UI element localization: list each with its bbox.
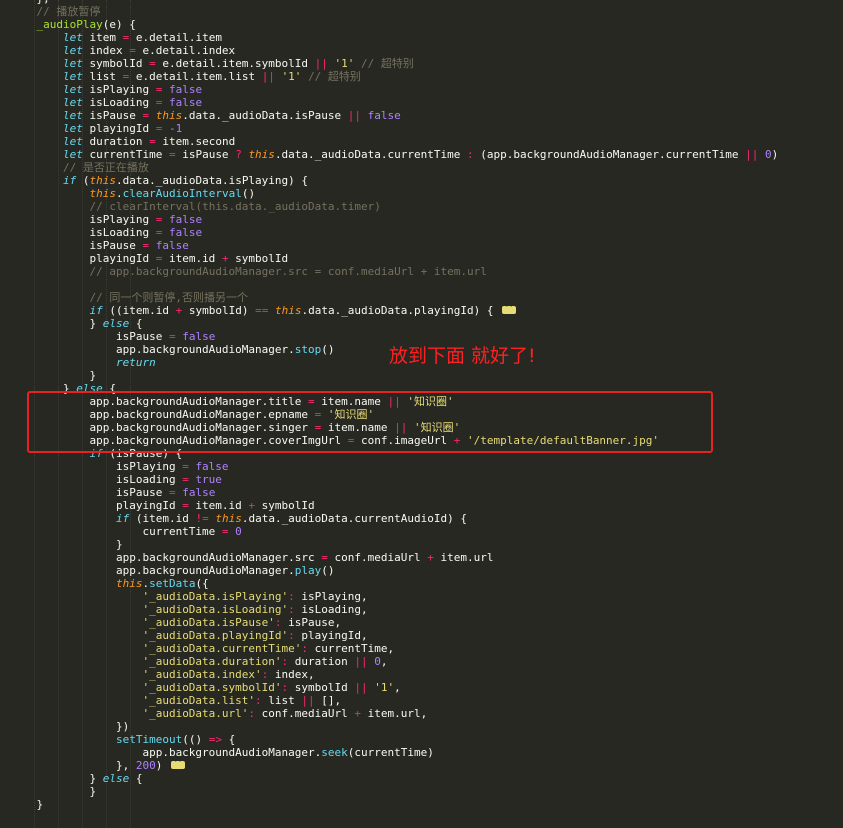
code-line: '_audioData.isPause': isPause, <box>142 616 342 629</box>
code-line: '_audioData.url': conf.mediaUrl + item.u… <box>142 707 428 720</box>
code-line: let isPause = this.data._audioData.isPau… <box>62 109 401 122</box>
code-line: } <box>10 798 44 811</box>
code-line: if (this.data._audioData.isPlaying) { <box>62 174 309 187</box>
code-line: let symbolId = e.detail.item.symbolId ||… <box>62 57 414 70</box>
code-line: } else { <box>10 317 143 330</box>
code-line: // 同一个则暂停,否则播另一个 <box>89 291 248 304</box>
code-line: isLoading = true <box>10 473 222 486</box>
code-editor[interactable]: }, // 播放暂停 _audioPlay(e) { let item = e.… <box>0 0 843 828</box>
code-line: app.backgroundAudioManager.singer = item… <box>10 421 461 434</box>
code-line: }) <box>10 720 130 733</box>
code-line: let list = e.detail.item.list || '1' // … <box>62 70 361 83</box>
code-line: app.backgroundAudioManager.seek(currentT… <box>10 746 434 759</box>
code-line: isPause = false <box>10 486 216 499</box>
code-line: let isLoading = false <box>62 96 203 109</box>
code-line: } <box>10 369 97 382</box>
code-line: isPlaying = false <box>10 213 203 226</box>
code-line: if (item.id != this.data._audioData.curr… <box>115 512 467 525</box>
code-line: let currentTime = isPause ? this.data._a… <box>62 148 779 161</box>
annotation-note: 放到下面 就好了! <box>389 345 536 367</box>
code-line: '_audioData.currentTime': currentTime, <box>142 642 395 655</box>
code-line: // app.backgroundAudioManager.src = conf… <box>89 265 487 278</box>
code-line: this.clearAudioInterval() <box>89 187 256 200</box>
code-line: } else { <box>10 382 116 395</box>
code-line: '_audioData.symbolId': symbolId || '1', <box>142 681 401 694</box>
code-line: // clearInterval(this.data._audioData.ti… <box>89 200 381 213</box>
code-line: '_audioData.duration': duration || 0, <box>142 655 388 668</box>
code-line: } else { <box>10 772 143 785</box>
code-line: if (isPause) { <box>89 447 183 460</box>
code-line: }, 200) <box>10 756 778 772</box>
code-line: this.setData({ <box>115 577 209 590</box>
code-line: let isPlaying = false <box>62 83 203 96</box>
code-line: '_audioData.list': list || [], <box>142 694 342 707</box>
code-line: app.backgroundAudioManager.play() <box>10 564 335 577</box>
code-line: let duration = item.second <box>62 135 236 148</box>
code-line: isLoading = false <box>10 226 203 239</box>
code-line: app.backgroundAudioManager.epname = '知识圈… <box>10 408 375 421</box>
code-line: playingId = item.id + symbolId <box>10 499 315 512</box>
code-line: '_audioData.isPlaying': isPlaying, <box>142 590 368 603</box>
code-content[interactable]: }, // 播放暂停 _audioPlay(e) { let item = e.… <box>0 0 778 811</box>
code-line: currentTime = 0 <box>10 525 242 538</box>
fold-marker-icon[interactable] <box>502 301 517 314</box>
code-line: '_audioData.index': index, <box>142 668 315 681</box>
code-line: isPlaying = false <box>10 460 229 473</box>
code-line: if ((item.id + symbolId) == this.data._a… <box>10 301 778 317</box>
code-line: '_audioData.playingId': playingId, <box>142 629 368 642</box>
code-line: playingId = item.id + symbolId <box>10 252 289 265</box>
code-line: let playingId = -1 <box>62 122 183 135</box>
code-line: '_audioData.isLoading': isLoading, <box>142 603 368 616</box>
code-line: let item = e.detail.item <box>62 31 222 44</box>
code-line: app.backgroundAudioManager.coverImgUrl =… <box>10 434 660 447</box>
code-line: setTimeout(() => { <box>115 733 236 746</box>
fold-marker-icon[interactable] <box>170 756 186 769</box>
code-line: app.backgroundAudioManager.src = conf.me… <box>10 551 494 564</box>
code-line: app.backgroundAudioManager.title = item.… <box>10 395 454 408</box>
code-line: } <box>10 785 97 798</box>
code-line: let index = e.detail.index <box>62 44 236 57</box>
code-line: // 是否正在播放 <box>62 161 149 174</box>
code-line: } <box>10 538 123 551</box>
code-line: _audioPlay(e) { <box>36 18 136 31</box>
code-line: isPause = false <box>10 239 189 252</box>
code-line: // 播放暂停 <box>36 5 101 18</box>
